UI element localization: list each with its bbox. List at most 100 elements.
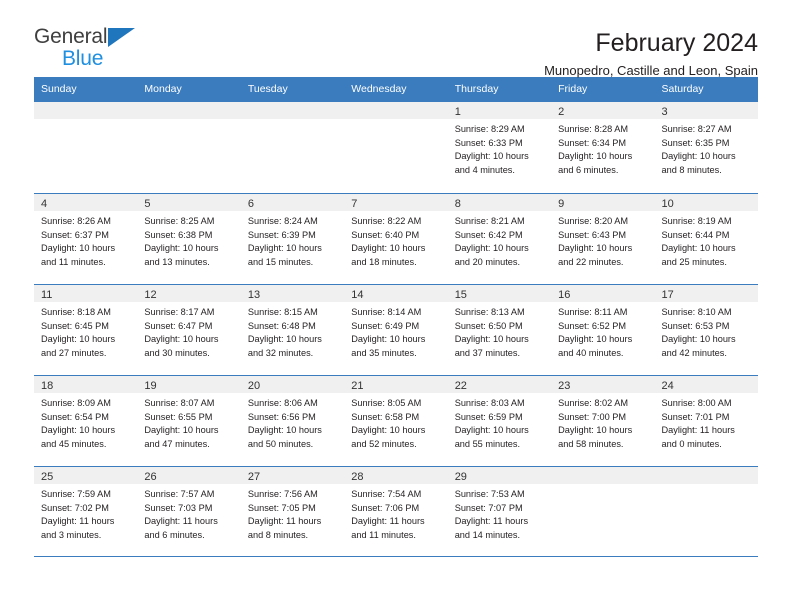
daylight-line: Daylight: 10 hours [454, 243, 529, 254]
daylight-line: Daylight: 11 hours [41, 516, 115, 527]
day-cell-9[interactable]: 9 Sunrise: 8:20 AM Sunset: 6:43 PM Daylight… [551, 194, 655, 284]
daylight-line-2: and 32 minutes. [247, 347, 314, 358]
sunset-line: Sunset: 7:05 PM [247, 502, 316, 513]
day-cell-26[interactable]: 26 Sunrise: 7:57 AM Sunset: 7:03 PM Dayligh… [137, 467, 241, 556]
sunset-line: Sunset: 6:48 PM [247, 320, 316, 331]
sunrise-line: Sunrise: 8:03 AM [454, 398, 525, 408]
sunset-line: Sunset: 6:52 PM [558, 320, 627, 331]
sunrise-line: Sunrise: 8:22 AM [351, 216, 422, 226]
day-cell-23[interactable]: 23 Sunrise: 8:02 AM Sunset: 7:00 PM Dayligh… [551, 376, 655, 466]
day-cell-8[interactable]: 8 Sunrise: 8:21 AM Sunset: 6:42 PM Daylight… [447, 194, 552, 284]
weekday-header-sunday: Sunday [41, 83, 77, 95]
weekday-header-friday: Friday [558, 83, 588, 95]
day-details [655, 484, 758, 488]
day-details: Sunrise: 8:25 AM Sunset: 6:38 PM Daylight:… [137, 211, 240, 269]
daylight-line-2: and 11 minutes. [41, 256, 106, 267]
daylight-line-2: and 14 minutes. [454, 529, 521, 540]
sunset-line: Sunset: 6:53 PM [661, 320, 730, 331]
day-cell-28[interactable]: 28 Sunrise: 7:54 AM Sunset: 7:06 PM Dayligh… [344, 467, 448, 556]
calendar-week-row: 1 Sunrise: 8:29 AM Sunset: 6:33 PM Daylight… [34, 102, 758, 193]
day-cell-13[interactable]: 13 Sunrise: 8:15 AM Sunset: 6:48 PM Dayligh… [240, 285, 345, 375]
day-details: Sunrise: 7:57 AM Sunset: 7:03 PM Daylight:… [137, 484, 240, 542]
daylight-line: Daylight: 10 hours [661, 334, 736, 345]
day-number-band: 21 [344, 376, 448, 393]
daylight-line-2: and 6 minutes. [144, 529, 205, 540]
sunset-line: Sunset: 7:06 PM [351, 502, 420, 513]
daylight-line-2: and 35 minutes. [351, 347, 417, 358]
day-cell-15[interactable]: 15 Sunrise: 8:13 AM Sunset: 6:50 PM Dayligh… [447, 285, 552, 375]
day-cell-20[interactable]: 20 Sunrise: 8:06 AM Sunset: 6:56 PM Dayligh… [240, 376, 345, 466]
daylight-line-2: and 8 minutes. [247, 529, 309, 540]
day-cell-25[interactable]: 25 Sunrise: 7:59 AM Sunset: 7:02 PM Dayligh… [34, 467, 138, 556]
day-number-band: 14 [344, 285, 448, 302]
daylight-line-2: and 20 minutes. [454, 256, 521, 267]
day-cell-16[interactable]: 16 Sunrise: 8:11 AM Sunset: 6:52 PM Dayligh… [551, 285, 655, 375]
day-cell-4[interactable]: 4 Sunrise: 8:26 AM Sunset: 6:37 PM Daylight… [34, 194, 138, 284]
day-cell-21[interactable]: 21 Sunrise: 8:05 AM Sunset: 6:58 PM Dayligh… [344, 376, 448, 466]
sunset-line: Sunset: 6:42 PM [454, 229, 523, 240]
day-number-band: 24 [654, 376, 758, 393]
day-cell-6[interactable]: 6 Sunrise: 8:24 AM Sunset: 6:39 PM Daylight… [240, 194, 345, 284]
calendar-week-row: 4 Sunrise: 8:26 AM Sunset: 6:37 PM Daylight… [34, 193, 758, 284]
day-cell-17[interactable]: 17 Sunrise: 8:10 AM Sunset: 6:53 PM Dayligh… [654, 285, 758, 375]
day-cell-11[interactable]: 11 Sunrise: 8:18 AM Sunset: 6:45 PM Dayligh… [34, 285, 138, 375]
day-details: Sunrise: 8:13 AM Sunset: 6:50 PM Daylight:… [448, 302, 551, 360]
sunrise-line: Sunrise: 7:59 AM [41, 489, 111, 499]
calendar-grid: Sunday Monday Tuesday Wednesday Thursday Frid… [34, 77, 758, 557]
day-details: Sunrise: 8:11 AM Sunset: 6:52 PM Daylight:… [551, 302, 654, 360]
sunrise-line: Sunrise: 8:14 AM [351, 307, 422, 317]
day-cell-empty [551, 467, 655, 556]
day-number: 7 [351, 198, 358, 210]
day-cell-empty [137, 102, 241, 193]
day-cell-empty [654, 467, 758, 556]
day-number: 27 [247, 471, 261, 483]
day-details [241, 119, 344, 123]
day-cell-27[interactable]: 27 Sunrise: 7:56 AM Sunset: 7:05 PM Dayligh… [240, 467, 345, 556]
sunrise-line: Sunrise: 7:54 AM [351, 489, 422, 499]
day-number-band: 3 [654, 102, 758, 119]
day-cell-7[interactable]: 7 Sunrise: 8:22 AM Sunset: 6:40 PM Daylight… [344, 194, 448, 284]
day-number: 2 [558, 106, 565, 118]
day-cell-empty [240, 102, 345, 193]
day-details: Sunrise: 8:09 AM Sunset: 6:54 PM Daylight:… [34, 393, 137, 451]
day-details: Sunrise: 8:17 AM Sunset: 6:47 PM Daylight:… [137, 302, 240, 360]
daylight-line: Daylight: 10 hours [351, 334, 426, 345]
sunrise-line: Sunrise: 8:18 AM [41, 307, 111, 317]
day-cell-3[interactable]: 3 Sunrise: 8:27 AM Sunset: 6:35 PM Daylight… [654, 102, 758, 193]
day-details: Sunrise: 8:07 AM Sunset: 6:55 PM Daylight:… [137, 393, 240, 451]
sunrise-line: Sunrise: 8:19 AM [661, 216, 732, 226]
sunrise-line: Sunrise: 8:25 AM [144, 216, 215, 226]
day-details: Sunrise: 8:29 AM Sunset: 6:33 PM Daylight:… [448, 119, 551, 177]
day-cell-12[interactable]: 12 Sunrise: 8:17 AM Sunset: 6:47 PM Dayligh… [137, 285, 241, 375]
day-details: Sunrise: 8:22 AM Sunset: 6:40 PM Daylight:… [344, 211, 447, 269]
daylight-line: Daylight: 10 hours [558, 334, 633, 345]
sunrise-line: Sunrise: 8:07 AM [144, 398, 215, 408]
sunrise-line: Sunrise: 8:05 AM [351, 398, 422, 408]
day-number-band [344, 102, 448, 119]
day-details: Sunrise: 8:19 AM Sunset: 6:44 PM Daylight:… [655, 211, 758, 269]
day-cell-24[interactable]: 24 Sunrise: 8:00 AM Sunset: 7:01 PM Dayligh… [654, 376, 758, 466]
sunset-line: Sunset: 6:43 PM [558, 229, 627, 240]
day-number: 25 [41, 471, 54, 483]
day-cell-5[interactable]: 5 Sunrise: 8:25 AM Sunset: 6:38 PM Daylight… [137, 194, 241, 284]
day-details [137, 119, 240, 123]
day-number: 4 [41, 198, 48, 210]
day-cell-2[interactable]: 2 Sunrise: 8:28 AM Sunset: 6:34 PM Daylight… [551, 102, 655, 193]
weekday-header-thursday: Thursday [454, 83, 499, 95]
day-cell-19[interactable]: 19 Sunrise: 8:07 AM Sunset: 6:55 PM Dayligh… [137, 376, 241, 466]
day-cell-18[interactable]: 18 Sunrise: 8:09 AM Sunset: 6:54 PM Dayligh… [34, 376, 138, 466]
day-cell-1[interactable]: 1 Sunrise: 8:29 AM Sunset: 6:33 PM Daylight… [447, 102, 552, 193]
daylight-line: Daylight: 10 hours [41, 334, 116, 345]
daylight-line-2: and 55 minutes. [454, 438, 521, 449]
day-cell-14[interactable]: 14 Sunrise: 8:14 AM Sunset: 6:49 PM Dayligh… [344, 285, 448, 375]
day-number-band: 6 [240, 194, 345, 211]
daylight-line-2: and 27 minutes. [41, 347, 107, 358]
day-cell-10[interactable]: 10 Sunrise: 8:19 AM Sunset: 6:44 PM Dayligh… [654, 194, 758, 284]
day-number-band: 4 [34, 194, 138, 211]
daylight-line-2: and 8 minutes. [661, 164, 722, 175]
day-cell-29[interactable]: 29 Sunrise: 7:53 AM Sunset: 7:07 PM Dayligh… [447, 467, 552, 556]
day-number-band [240, 102, 345, 119]
day-number: 24 [661, 380, 674, 392]
day-number-band [654, 467, 758, 484]
day-cell-22[interactable]: 22 Sunrise: 8:03 AM Sunset: 6:59 PM Dayligh… [447, 376, 552, 466]
